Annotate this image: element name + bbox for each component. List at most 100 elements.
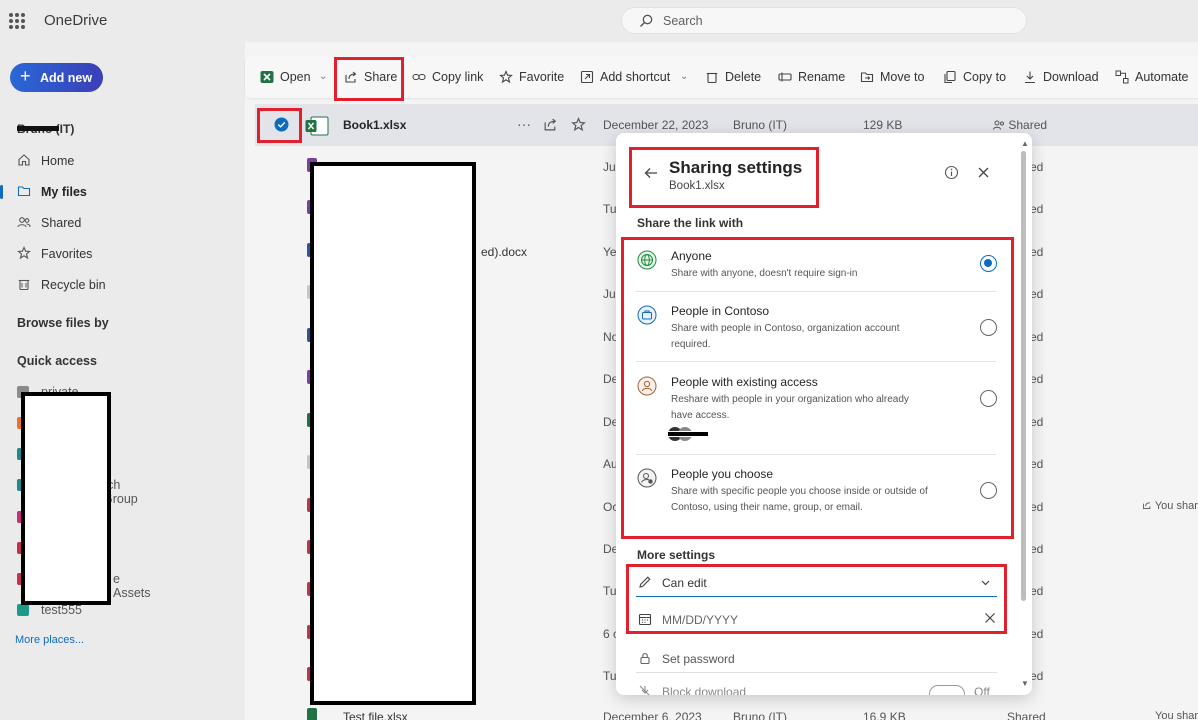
more-places-link[interactable]: More places...	[15, 634, 84, 646]
modified-date: Ju	[603, 160, 616, 174]
close-icon[interactable]	[976, 165, 991, 180]
more-options-icon[interactable]: ···	[517, 116, 531, 132]
file-size: 16.9 KB	[863, 710, 906, 720]
home-icon	[18, 154, 30, 166]
app-launcher-icon[interactable]	[9, 13, 25, 29]
nav-item-label: Shared	[41, 216, 82, 230]
modified-date: December 22, 2023	[603, 118, 709, 132]
modified-date: December 6, 2023	[603, 710, 702, 720]
sharing-status: Shared	[1007, 710, 1046, 720]
quick-access-heading: Quick access	[17, 354, 97, 368]
scroll-down-arrow-icon[interactable]: ▼	[1021, 679, 1029, 688]
nav-item-shared[interactable]: Shared	[17, 212, 237, 234]
block-download-label: Block download	[662, 685, 747, 695]
move-to-icon	[860, 72, 874, 83]
excel-file-icon	[307, 708, 317, 720]
highlight-share-button	[334, 57, 404, 101]
sharing-status: ed	[1030, 500, 1044, 514]
link-icon	[412, 73, 426, 81]
rename-icon	[778, 72, 792, 82]
dialog-scrollbar[interactable]	[1021, 151, 1026, 601]
copy-link-label: Copy link	[432, 70, 484, 84]
download-label: Download	[1043, 70, 1099, 84]
sharing-status: ed	[1030, 372, 1044, 386]
file-name[interactable]: Book1.xlsx	[343, 118, 406, 132]
rename-label: Rename	[798, 70, 846, 84]
modified-date: Tu	[603, 669, 617, 683]
sharing-status: ed	[1030, 627, 1044, 641]
block-download-icon	[639, 685, 650, 695]
lock-icon	[640, 653, 650, 665]
folder-icon	[17, 186, 31, 197]
add-shortcut-label: Add shortcut	[600, 70, 671, 84]
file-name[interactable]: ed).docx	[481, 245, 527, 259]
file-size: 129 KB	[863, 118, 903, 132]
redaction-block	[21, 392, 111, 605]
share-link-with-heading: Share the link with	[637, 216, 744, 230]
modified-date: Ye	[603, 245, 617, 259]
sharing-status: ed	[1030, 202, 1044, 216]
automate-icon	[1115, 70, 1129, 84]
sharing-status: ed	[1030, 245, 1044, 259]
nav-item-my-files[interactable]: My files	[0, 181, 237, 203]
sharing-status: ed	[1030, 669, 1044, 683]
nav-item-label: Favorites	[41, 247, 93, 261]
nav-item-home[interactable]: Home	[17, 150, 237, 172]
open-button[interactable]: Open ⌄	[260, 69, 332, 87]
copy-icon	[944, 70, 956, 84]
browse-files-by-heading[interactable]: Browse files by	[17, 316, 109, 330]
nav-item-favorites[interactable]: Favorites	[17, 243, 237, 265]
sharing-status: ed	[1030, 160, 1044, 174]
app-name[interactable]: OneDrive	[44, 12, 107, 29]
file-name[interactable]: Test file.xlsx	[343, 710, 408, 720]
open-label: Open	[280, 70, 311, 84]
share-icon[interactable]	[543, 117, 558, 132]
people-icon	[993, 120, 1004, 130]
favorite-label: Favorite	[519, 70, 565, 84]
add-new-button[interactable]: + Add new	[10, 63, 103, 92]
chevron-down-icon: ⌄	[680, 71, 689, 82]
automate-label: Automate	[1135, 70, 1189, 84]
quick-access-label: test555	[41, 603, 83, 617]
quick-access-label: e Assets	[113, 572, 151, 600]
modified-date: Tu	[603, 202, 617, 216]
left-nav: + Add new Bruno (IT) Home My files Share…	[0, 42, 245, 720]
sharing-status: ed	[1030, 584, 1044, 598]
nav-item-recycle-bin[interactable]: Recycle bin	[17, 274, 237, 296]
modified-by: Bruno (IT)	[733, 710, 788, 720]
sharing-status: ed	[1030, 457, 1044, 471]
excel-icon	[260, 71, 274, 83]
copy-to-label: Copy to	[963, 70, 1007, 84]
shared-by-you: You shar	[1142, 500, 1198, 512]
sharing-status: ed	[1030, 542, 1044, 556]
set-password-placeholder: Set password	[662, 652, 735, 666]
nav-item-label: My files	[41, 185, 87, 199]
highlight-more-settings	[626, 564, 1007, 634]
plus-icon: +	[20, 66, 31, 86]
people-icon	[17, 217, 31, 228]
star-icon	[499, 70, 513, 84]
trash-icon	[706, 72, 718, 84]
more-settings-heading: More settings	[637, 548, 716, 562]
block-download-state: Off	[974, 685, 990, 695]
sharing-label: Shared	[1008, 118, 1048, 132]
add-shortcut-button[interactable]: Add shortcut ⌄	[580, 69, 690, 87]
star-icon[interactable]	[571, 117, 586, 132]
add-new-label: Add new	[40, 71, 93, 85]
sharing-status: ed	[1030, 415, 1044, 429]
search-placeholder: Search	[663, 14, 703, 28]
scroll-up-arrow-icon[interactable]: ▲	[1021, 139, 1029, 148]
search-box[interactable]: Search	[621, 7, 1027, 34]
block-download-toggle[interactable]	[929, 685, 965, 695]
modified-date: Tu	[603, 584, 617, 598]
search-icon	[640, 14, 653, 27]
highlight-selected-checkbox	[257, 108, 302, 143]
highlight-dialog-title	[629, 147, 819, 208]
modified-by: Bruno (IT)	[733, 118, 788, 132]
sharing-status: Shared	[993, 118, 1047, 132]
add-shortcut-icon	[580, 70, 594, 84]
info-icon[interactable]	[944, 165, 959, 180]
star-icon	[17, 246, 31, 260]
top-bar: OneDrive Search	[0, 0, 1198, 42]
set-password-input[interactable]: Set password	[636, 643, 997, 673]
